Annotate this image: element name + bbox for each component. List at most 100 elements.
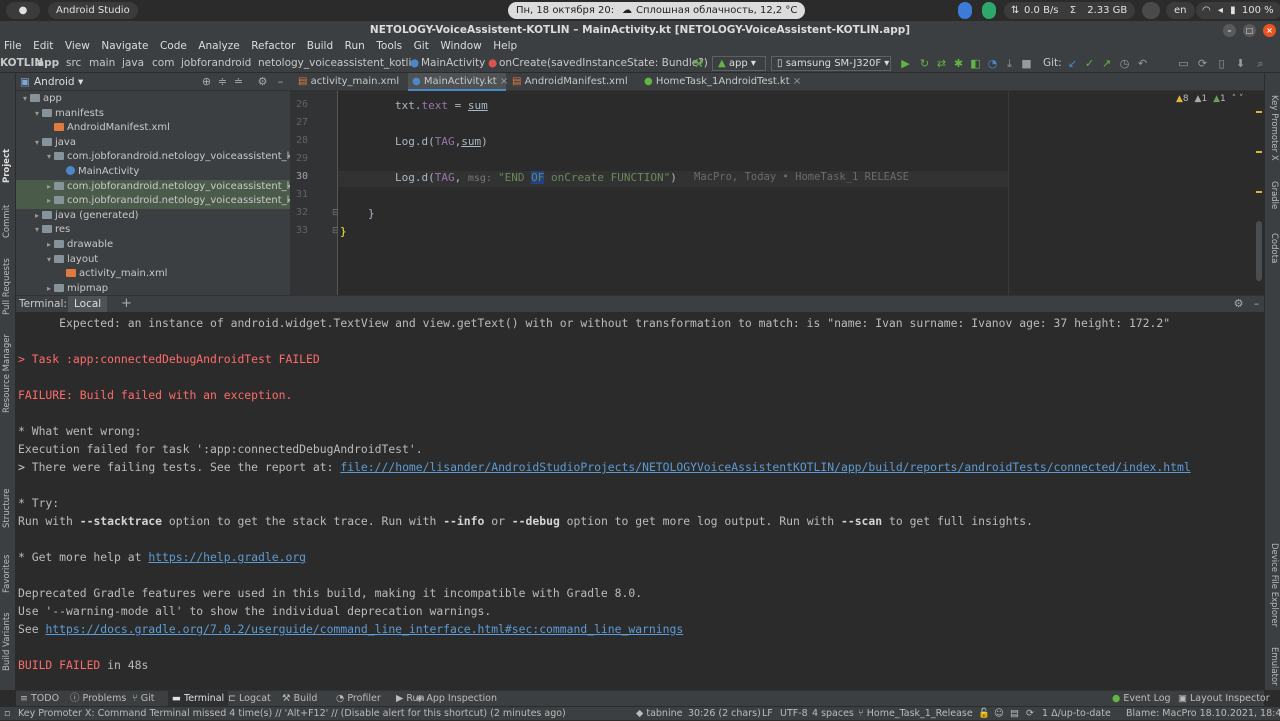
weather-indicator[interactable]: ☁ Сплошная облачность, 12,2 °C	[614, 2, 806, 19]
menu-edit[interactable]: Edit	[33, 39, 53, 54]
menu-window[interactable]: Window	[440, 39, 481, 54]
avd-manager-icon[interactable]: ▯	[1215, 57, 1228, 70]
chevron-down-icon[interactable]: ˅	[1239, 94, 1244, 104]
tab-main-activity-kt[interactable]: ● MainActivity.kt ×	[408, 73, 508, 91]
sync-gradle-icon[interactable]: ⟳	[1196, 57, 1209, 70]
collapse-all-icon[interactable]: ≑	[216, 75, 229, 88]
line-separator[interactable]: LF	[762, 707, 773, 721]
tool-tab-event-log[interactable]: ● Event Log	[1112, 691, 1171, 707]
gear-icon[interactable]: ⚙	[1232, 297, 1245, 310]
tool-tab-build[interactable]: ⚒ Build	[282, 691, 317, 707]
chevron-right-icon[interactable]: ▸	[44, 282, 54, 295]
keyboard-language[interactable]: en	[1166, 2, 1195, 19]
chevron-down-icon[interactable]: ▾	[32, 223, 42, 238]
sync-icon[interactable]: ⟳	[1026, 707, 1034, 721]
chevron-down-icon[interactable]: ▾	[20, 92, 30, 107]
breadcrumb-class[interactable]: MainActivity	[421, 54, 485, 73]
tool-tab-profiler[interactable]: ◔ Profiler	[336, 691, 381, 707]
tab-android-manifest[interactable]: ▤ AndroidManifest.xml	[508, 73, 632, 91]
tool-emulator[interactable]: Emulator	[1269, 647, 1279, 686]
menu-tools[interactable]: Tools	[376, 39, 402, 54]
tree-item[interactable]: AndroidManifest.xml	[16, 121, 290, 136]
breadcrumb-method[interactable]: onCreate(savedInstanceState: Bundle?)	[499, 54, 708, 73]
menu-build[interactable]: Build	[307, 39, 333, 54]
tray-icon[interactable]	[1142, 2, 1160, 19]
new-terminal-tab-button[interactable]: +	[121, 296, 132, 312]
menu-code[interactable]: Code	[160, 39, 187, 54]
tool-tab-git[interactable]: ⑂ Git	[132, 691, 154, 707]
menu-navigate[interactable]: Navigate	[101, 39, 148, 54]
tree-item[interactable]: ▾ com.jobforandroid.netology_voiceassiste…	[16, 150, 290, 165]
chevron-right-icon[interactable]: ▸	[32, 209, 42, 224]
apple-logo-icon[interactable]: ●	[6, 2, 40, 19]
breadcrumb-package[interactable]: netology_voiceassistent_kotlin	[258, 54, 418, 73]
tool-tab-terminal[interactable]: ▬ Terminal	[168, 691, 229, 707]
tool-commit[interactable]: Commit	[2, 205, 12, 238]
tool-gradle[interactable]: Gradle	[1269, 181, 1279, 209]
chevron-right-icon[interactable]: ▸	[44, 180, 54, 195]
memory-indicator-icon[interactable]: ▤	[1010, 707, 1019, 721]
tool-key-promoter[interactable]: Key Promoter X	[1269, 95, 1279, 161]
tree-item[interactable]: ▾ java	[16, 136, 290, 151]
attach-debugger-icon[interactable]: ⤓	[1003, 57, 1016, 70]
gear-icon[interactable]: ⚙	[256, 75, 269, 88]
tree-item[interactable]: ▸ mipmap	[16, 282, 290, 295]
tool-project[interactable]: Project	[2, 149, 12, 183]
coverage-icon[interactable]: ◧	[969, 57, 982, 70]
terminal-output[interactable]: Expected: an instance of android.widget.…	[16, 312, 1256, 690]
tree-item[interactable]: MainActivity	[16, 165, 290, 180]
sdk-manager-icon[interactable]: ⬇	[1234, 57, 1247, 70]
close-tab-icon[interactable]: ×	[500, 76, 508, 87]
breadcrumb-jobforandroid[interactable]: jobforandroid	[181, 54, 251, 73]
indent-setting[interactable]: 4 spaces	[812, 707, 854, 721]
system-status-area[interactable]: ◠ ◂ ▮ 100 %	[1196, 2, 1280, 19]
hide-icon[interactable]: –	[1250, 297, 1263, 310]
report-link[interactable]: file:///home/lisander/AndroidStudioProje…	[340, 460, 1190, 474]
run-icon[interactable]: ▶	[899, 57, 912, 70]
rollback-icon[interactable]: ↶	[1136, 57, 1149, 70]
hide-icon[interactable]: –	[274, 75, 287, 88]
inspection-widget[interactable]: ▲8 ▲1 ▲1 ˄ ˅	[1176, 94, 1243, 104]
debug-icon[interactable]: ✱	[952, 57, 965, 70]
hector-icon[interactable]: ☺	[994, 707, 1004, 721]
tool-pull-requests[interactable]: Pull Requests	[2, 258, 12, 315]
chevron-down-icon[interactable]: ▾	[32, 107, 42, 122]
chevron-down-icon[interactable]: ▾	[44, 150, 54, 165]
minimize-icon[interactable]: –	[1223, 24, 1236, 37]
menu-analyze[interactable]: Analyze	[198, 39, 239, 54]
file-encoding[interactable]: UTF-8	[780, 707, 808, 721]
chevron-down-icon[interactable]: ▾	[32, 136, 42, 151]
chevron-up-icon[interactable]: ˄	[1232, 94, 1237, 104]
help-link[interactable]: https://help.gradle.org	[148, 550, 306, 564]
error-stripe-mark[interactable]	[1256, 151, 1262, 153]
profile-icon[interactable]: ◔	[986, 57, 999, 70]
tool-favorites[interactable]: Favorites	[2, 555, 12, 593]
tool-tab-problems[interactable]: ⓘ Problems	[70, 691, 126, 707]
git-update-icon[interactable]: ↙	[1066, 57, 1079, 70]
tree-item[interactable]: ▾ app	[16, 92, 290, 107]
activities-app-name[interactable]: Android Studio	[48, 2, 138, 19]
indicator-app-icon[interactable]	[958, 2, 972, 19]
maximize-icon[interactable]: □	[1243, 24, 1256, 37]
tab-hometask-test[interactable]: ● HomeTask_1AndroidTest.kt ×	[640, 73, 801, 91]
tree-item[interactable]: ▾ manifests	[16, 107, 290, 122]
breadcrumb-src[interactable]: src	[66, 54, 81, 73]
menu-help[interactable]: Help	[493, 39, 517, 54]
tool-codota[interactable]: Codota	[1269, 233, 1279, 263]
add-icon[interactable]: ⊕	[200, 75, 213, 88]
tab-activity-main-xml[interactable]: ▤ activity_main.xml	[294, 73, 406, 91]
search-icon[interactable]: ⌕	[1254, 57, 1267, 70]
hammer-icon[interactable]: ⚒	[692, 57, 705, 70]
breadcrumb-app[interactable]: app	[37, 54, 59, 73]
close-tab-icon[interactable]: ×	[793, 76, 801, 87]
tool-tab-layout-inspector[interactable]: ▣ Layout Inspector	[1178, 691, 1270, 707]
docs-link[interactable]: https://docs.gradle.org/7.0.2/userguide/…	[45, 622, 683, 636]
terminal-scrollbar[interactable]	[1256, 312, 1264, 690]
tool-tab-todo[interactable]: ≡ TODO	[20, 691, 59, 707]
git-blame-status[interactable]: Blame: MacPro 18.10.2021, 18:40	[1126, 707, 1280, 721]
tree-item[interactable]: ▾ res	[16, 223, 290, 238]
device-select[interactable]: ▯ samsung SM-J320F ▾	[771, 56, 891, 71]
project-view-selector[interactable]: Android ▾	[34, 73, 83, 92]
breadcrumb-main[interactable]: main	[89, 54, 115, 73]
editor-scrollbar[interactable]	[1256, 221, 1262, 281]
